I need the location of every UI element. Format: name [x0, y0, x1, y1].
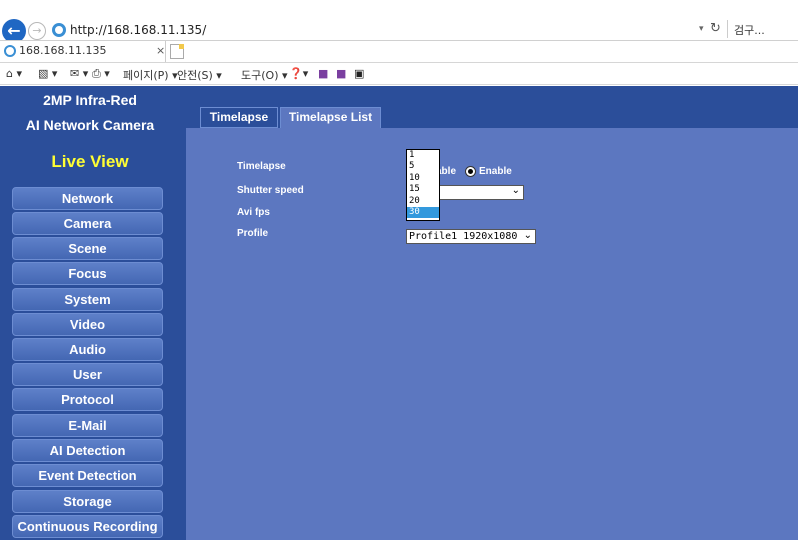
tools-menu[interactable]: 도구(O) ▾ — [241, 67, 288, 83]
avi-fps-label: Avi fps — [237, 207, 270, 218]
fps-option[interactable]: 20 — [407, 196, 439, 207]
chevron-down-icon: ⌄ — [511, 185, 520, 196]
sidebar-item-protocol[interactable]: Protocol — [12, 388, 163, 411]
profile-value: Profile1 1920x1080 — [409, 231, 518, 242]
sidebar-item-audio[interactable]: Audio — [12, 338, 163, 361]
address-separator — [727, 20, 728, 38]
sidebar-item-event-detection[interactable]: Event Detection — [12, 464, 163, 487]
ie-icon — [4, 45, 16, 57]
sidebar-item-storage[interactable]: Storage — [12, 490, 163, 513]
browser-tab[interactable]: 168.168.11.135 × — [0, 41, 166, 62]
sidebar-item-camera[interactable]: Camera — [12, 212, 163, 235]
camera-subtitle: AI Network Camera — [25, 117, 155, 133]
browser-tab-bar: 168.168.11.135 × — [0, 41, 798, 62]
fps-option-selected[interactable]: 30 — [407, 206, 439, 219]
mail-icon[interactable]: ✉ ▾ — [70, 67, 88, 80]
sidebar-item-ai-detection[interactable]: AI Detection — [12, 439, 163, 462]
chevron-down-icon: ⌄ — [523, 230, 532, 241]
sidebar-item-system[interactable]: System — [12, 288, 163, 311]
close-icon[interactable]: × — [156, 44, 165, 57]
profile-select[interactable]: Profile1 1920x1080 ⌄ — [406, 229, 536, 244]
page-menu[interactable]: 페이지(P) ▾ — [123, 67, 178, 83]
tab-timelapse-list[interactable]: Timelapse List — [280, 107, 381, 128]
sidebar: 2MP Infra-Red AI Network Camera Live Vie… — [0, 86, 186, 540]
camera-title: 2MP Infra-Red — [43, 92, 137, 108]
print-icon[interactable]: ⎙ ▾ — [92, 67, 110, 81]
url-dropdown-icon[interactable]: ▾ — [699, 24, 704, 34]
research-icon[interactable]: ■ — [318, 67, 328, 80]
enable-radio-label[interactable]: Enable — [479, 166, 512, 177]
ie-icon — [52, 23, 66, 37]
avi-fps-dropdown-list[interactable]: 1 5 10 15 20 30 — [406, 149, 440, 221]
fps-option[interactable]: 15 — [407, 184, 439, 195]
timelapse-label: Timelapse — [237, 161, 286, 172]
help-icon[interactable]: ❓▾ — [289, 67, 308, 80]
snapshot-icon[interactable]: ▣ — [354, 67, 364, 80]
rss-icon[interactable]: ▧ ▾ — [38, 67, 57, 80]
sidebar-item-email[interactable]: E-Mail — [12, 414, 163, 437]
command-bar: ⌂ ▾ ▧ ▾ ✉ ▾ ⎙ ▾ 페이지(P) ▾ 안전(S) ▾ 도구(O) ▾… — [0, 63, 798, 85]
search-input[interactable]: 검구... — [734, 22, 765, 38]
refresh-icon[interactable]: ↻ — [710, 21, 721, 36]
url-field[interactable]: http://168.168.11.135/ — [70, 23, 206, 37]
new-tab-icon[interactable] — [170, 44, 184, 59]
live-view-link[interactable]: Live View — [0, 152, 180, 172]
back-arrow-icon: ← — [7, 21, 21, 40]
sidebar-item-scene[interactable]: Scene — [12, 237, 163, 260]
browser-address-bar: ← → http://168.168.11.135/ ▾ ↻ 검구... — [0, 0, 798, 43]
fps-option[interactable]: 10 — [407, 173, 439, 184]
sidebar-item-video[interactable]: Video — [12, 313, 163, 336]
main-content: Timelapse Timelapse List Timelapse Shutt… — [186, 86, 798, 540]
shutter-speed-label: Shutter speed — [237, 185, 304, 196]
enable-radio[interactable] — [465, 166, 476, 177]
sidebar-item-network[interactable]: Network — [12, 187, 163, 210]
fps-option[interactable]: 5 — [407, 161, 439, 172]
sidebar-item-focus[interactable]: Focus — [12, 262, 163, 285]
tab-title: 168.168.11.135 — [19, 44, 107, 57]
tab-timelapse[interactable]: Timelapse — [200, 107, 278, 128]
forward-button[interactable]: → — [28, 22, 46, 40]
sidebar-item-continuous-recording[interactable]: Continuous Recording — [12, 515, 163, 538]
home-icon[interactable]: ⌂ ▾ — [6, 67, 22, 80]
profile-label: Profile — [237, 228, 269, 239]
fps-option[interactable]: 1 — [407, 150, 439, 161]
translate-icon[interactable]: ■ — [336, 67, 346, 80]
safety-menu[interactable]: 안전(S) ▾ — [177, 67, 222, 83]
sidebar-item-user[interactable]: User — [12, 363, 163, 386]
